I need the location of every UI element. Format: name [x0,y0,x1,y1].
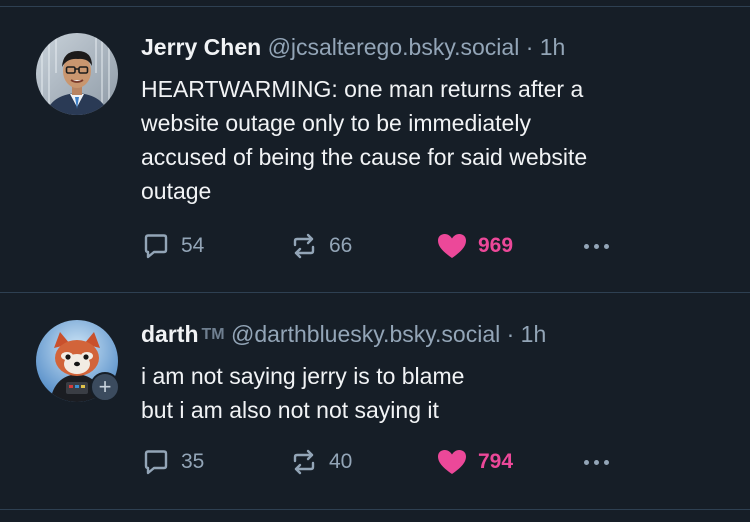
bottom-divider [0,509,750,510]
author-name[interactable]: darth [141,321,199,347]
like-button[interactable]: 794 [436,447,513,477]
author-handle[interactable]: @jcsalterego.bsky.social [268,34,520,60]
follow-button[interactable]: + [90,372,120,402]
post-time[interactable]: 1h [521,321,547,347]
reply-button[interactable]: 35 [141,447,204,477]
like-count: 969 [478,234,514,257]
more-options-button[interactable] [584,231,609,261]
post-jerry-chen[interactable]: Jerry Chen @jcsalterego.bsky.social · 1h… [0,0,750,292]
separator-dot: · [525,34,534,60]
post-darth[interactable]: + darth TM @darthbluesky.bsky.social · 1h… [0,293,750,507]
post-time[interactable]: 1h [540,34,566,60]
repost-icon [293,449,315,475]
post-header: Jerry Chen @jcsalterego.bsky.social · 1h [141,33,565,61]
reply-count: 35 [181,450,205,473]
post-header: darth TM @darthbluesky.bsky.social · 1h [141,320,546,349]
more-dots-icon [604,459,609,465]
trademark-suffix: TM [201,326,225,343]
more-dots-icon [584,459,589,465]
author-name[interactable]: Jerry Chen [141,34,261,60]
post-text: i am not saying jerry is to blame but i … [141,363,465,423]
like-count: 794 [478,450,514,473]
heart-icon [438,450,466,474]
like-button[interactable]: 969 [436,231,513,261]
repost-count: 40 [329,450,353,473]
reply-button[interactable]: 54 [141,231,204,261]
reply-count: 54 [181,234,205,257]
reply-icon [144,234,168,259]
author-handle[interactable]: @darthbluesky.bsky.social [231,321,500,347]
repost-button[interactable]: 66 [289,231,352,261]
repost-button[interactable]: 40 [289,447,352,477]
repost-icon [293,233,315,259]
avatar[interactable] [36,33,118,115]
more-dots-icon [584,243,589,249]
more-dots-icon [604,243,609,249]
post-text: HEARTWARMING: one man returns after a we… [141,76,588,204]
more-options-button[interactable] [584,447,609,477]
more-dots-icon [594,243,599,249]
post-actions: 54 66 969 [141,231,641,261]
separator-dot: · [506,321,515,347]
heart-icon [438,234,466,258]
repost-count: 66 [329,234,353,257]
post-actions: 35 40 794 [141,447,641,477]
reply-icon [144,450,168,475]
avatar-image [36,33,118,115]
more-dots-icon [594,459,599,465]
